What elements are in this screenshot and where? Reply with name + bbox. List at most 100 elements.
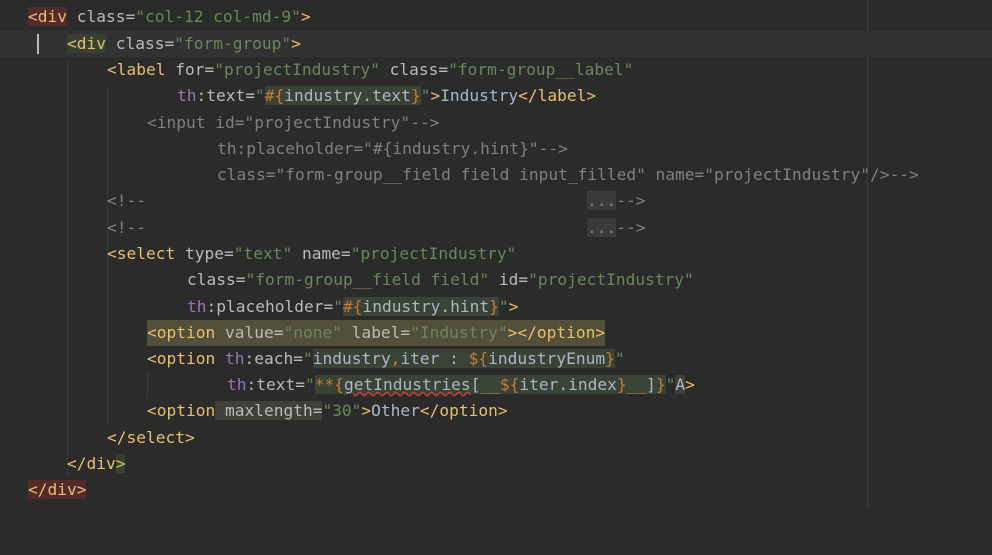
code-line-18[interactable]: </div> (0, 451, 992, 477)
expression-variable: iter.index (519, 375, 617, 394)
tag-close: </select> (107, 428, 195, 447)
attribute-value: "30" (322, 401, 362, 420)
attribute: maxlength= (215, 401, 323, 420)
tag-open: <label (107, 60, 166, 79)
attribute-value: " (665, 375, 676, 394)
attribute-value: "projectIndustry" (214, 60, 380, 79)
expression-variable: industryEnum (488, 349, 606, 368)
tag-bracket: > (115, 454, 126, 473)
code-line-6[interactable]: th:placeholder="#{industry.hint}"--> (0, 136, 992, 162)
code-line-9[interactable]: <!-- ...--> (0, 215, 992, 241)
code-editor[interactable]: <div class="col-12 col-md-9"> <div class… (0, 0, 992, 507)
attribute-value: "col-12 col-md-9" (135, 7, 301, 26)
tag-bracket: > (685, 375, 695, 394)
attribute-value: "projectIndustry" (350, 244, 517, 263)
tag-close: </option> (419, 401, 508, 420)
code-line-3[interactable]: <label for="projectIndustry" class="form… (0, 57, 992, 83)
text-content: A (675, 375, 686, 394)
code-line-12[interactable]: th:placeholder="#{industry.hint}"> (0, 294, 992, 320)
tag-open: <option (147, 401, 216, 420)
code-line-7[interactable]: class="form-group__field field input_fil… (0, 162, 992, 188)
attribute-value: " (498, 297, 509, 316)
text-caret (37, 34, 39, 54)
expression-close: }__ (616, 375, 647, 394)
tag-bracket: > (508, 297, 519, 316)
expression-punct: ] (646, 375, 656, 394)
tag-bracket: > (361, 401, 372, 420)
attribute: :text= (246, 375, 305, 394)
code-line-11[interactable]: class="form-group__field field" id="proj… (0, 267, 992, 293)
namespace: th (227, 375, 247, 394)
tag-bracket: > (300, 7, 311, 26)
code-line-13[interactable]: <option value="none" label="Industry"></… (0, 320, 992, 346)
expression-open: ${ (468, 349, 489, 368)
expression-close: } (410, 86, 421, 105)
attribute-value: "form-group" (174, 34, 292, 53)
tag-close: </div> (28, 480, 87, 499)
attribute-value: " (302, 349, 313, 368)
attribute: class= (379, 60, 449, 79)
expression-variable: industry.hint (362, 297, 490, 316)
attribute-value: " (614, 349, 625, 368)
tag-close: </label> (518, 86, 597, 105)
namespace: th (187, 297, 207, 316)
attribute: class= (66, 7, 136, 26)
tag-open: <div (67, 34, 106, 53)
comment: class="form-group__field field input_fil… (217, 165, 919, 184)
namespace: th (215, 349, 245, 368)
code-line-17[interactable]: </select> (0, 425, 992, 451)
attribute-value: " (420, 86, 431, 105)
attribute-value: "Industry" (410, 323, 508, 342)
code-line-19[interactable]: </div> (0, 477, 992, 503)
code-line-8[interactable]: <!-- ...--> (0, 188, 992, 214)
attribute: value= (215, 323, 284, 342)
attribute: :each= (244, 349, 303, 368)
comment: --> (616, 191, 646, 210)
attribute-value: " (304, 375, 315, 394)
attribute-value: " (254, 86, 265, 105)
attribute: :text= (196, 86, 255, 105)
attribute: for= (165, 60, 215, 79)
expression-close: } (489, 297, 499, 316)
attribute: :placeholder= (206, 297, 334, 316)
expression-close: } (655, 375, 666, 394)
expression-open: #{ (342, 297, 363, 316)
comment: th:placeholder="#{industry.hint}"--> (217, 139, 568, 158)
tag-open: <option (147, 349, 216, 368)
attribute-value: "none" (283, 323, 342, 342)
tag-bracket: > (430, 86, 441, 105)
text-content: Industry (440, 86, 519, 105)
folded-region[interactable]: ... (587, 191, 617, 210)
code-line-5[interactable]: <input id="projectIndustry"--> (0, 110, 992, 136)
expression-open: #{ (264, 86, 285, 105)
attribute-value: "form-group__field field" (245, 270, 490, 289)
tag-open: <select (107, 244, 176, 263)
attribute: label= (341, 323, 411, 342)
tag-open: <div (28, 7, 67, 26)
code-line-16[interactable]: <option maxlength="30">Other</option> (0, 398, 992, 424)
folded-region[interactable]: ... (587, 218, 617, 237)
expression-punct: [ (470, 375, 481, 394)
attribute-value: "projectIndustry" (528, 270, 694, 289)
comment: <!-- (107, 191, 146, 210)
tag-open: <option (147, 323, 216, 342)
code-line-4[interactable]: th:text="#{industry.text}">Industry</lab… (0, 83, 992, 109)
expression-variable: getIndustries (343, 375, 471, 394)
tag-close: ></option> (507, 323, 606, 342)
code-line-15[interactable]: th:text="**{getIndustries[__${iter.index… (0, 372, 992, 398)
expression-variable: iter (400, 349, 440, 368)
code-line-1[interactable]: <div class="col-12 col-md-9"> (0, 4, 992, 30)
expression-close: } (605, 349, 615, 368)
text-content: Other (371, 401, 420, 420)
code-line-10[interactable]: <select type="text" name="projectIndustr… (0, 241, 992, 267)
expression-variable: industry (312, 349, 391, 368)
attribute: class= (187, 270, 246, 289)
attribute: id= (489, 270, 529, 289)
attribute-value: " (333, 297, 343, 316)
code-line-14[interactable]: <option th:each="industry,iter : ${indus… (0, 346, 992, 372)
expression-open: __${ (480, 375, 520, 394)
expression-variable: industry.text (284, 86, 411, 105)
attribute-value: "form-group__label" (448, 60, 634, 79)
code-line-2[interactable]: <div class="form-group"> (0, 31, 992, 57)
tag-close: </div (67, 454, 116, 473)
